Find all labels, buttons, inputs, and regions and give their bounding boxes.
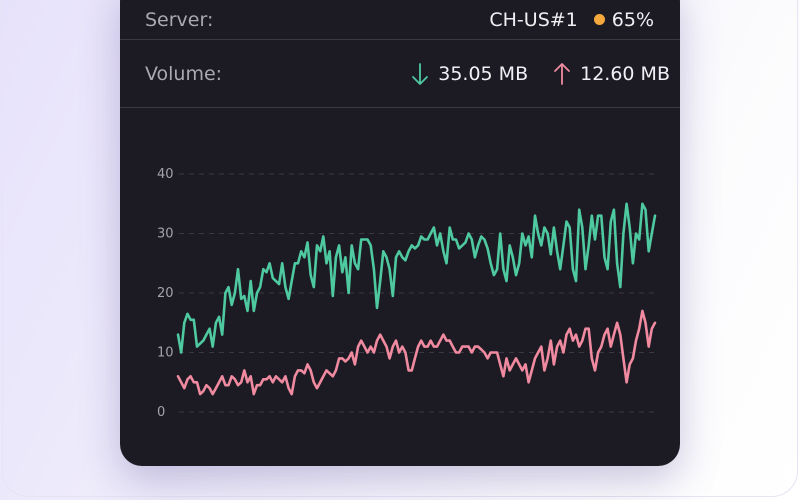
traffic-chart: 0 10 20 30 40 [157, 167, 657, 420]
y-tick-label: 40 [157, 167, 174, 182]
connection-stats-card: Server: CH-US#1 65% Volume: 35.05 MB 12.… [120, 0, 680, 466]
y-tick-label: 0 [157, 405, 165, 420]
y-tick-label: 30 [157, 227, 174, 242]
chart-series [176, 202, 657, 396]
y-tick-label: 10 [157, 346, 174, 361]
y-tick-label: 20 [157, 286, 174, 301]
chart-grid: 0 10 20 30 40 [157, 167, 656, 420]
download-series-line [176, 202, 657, 354]
